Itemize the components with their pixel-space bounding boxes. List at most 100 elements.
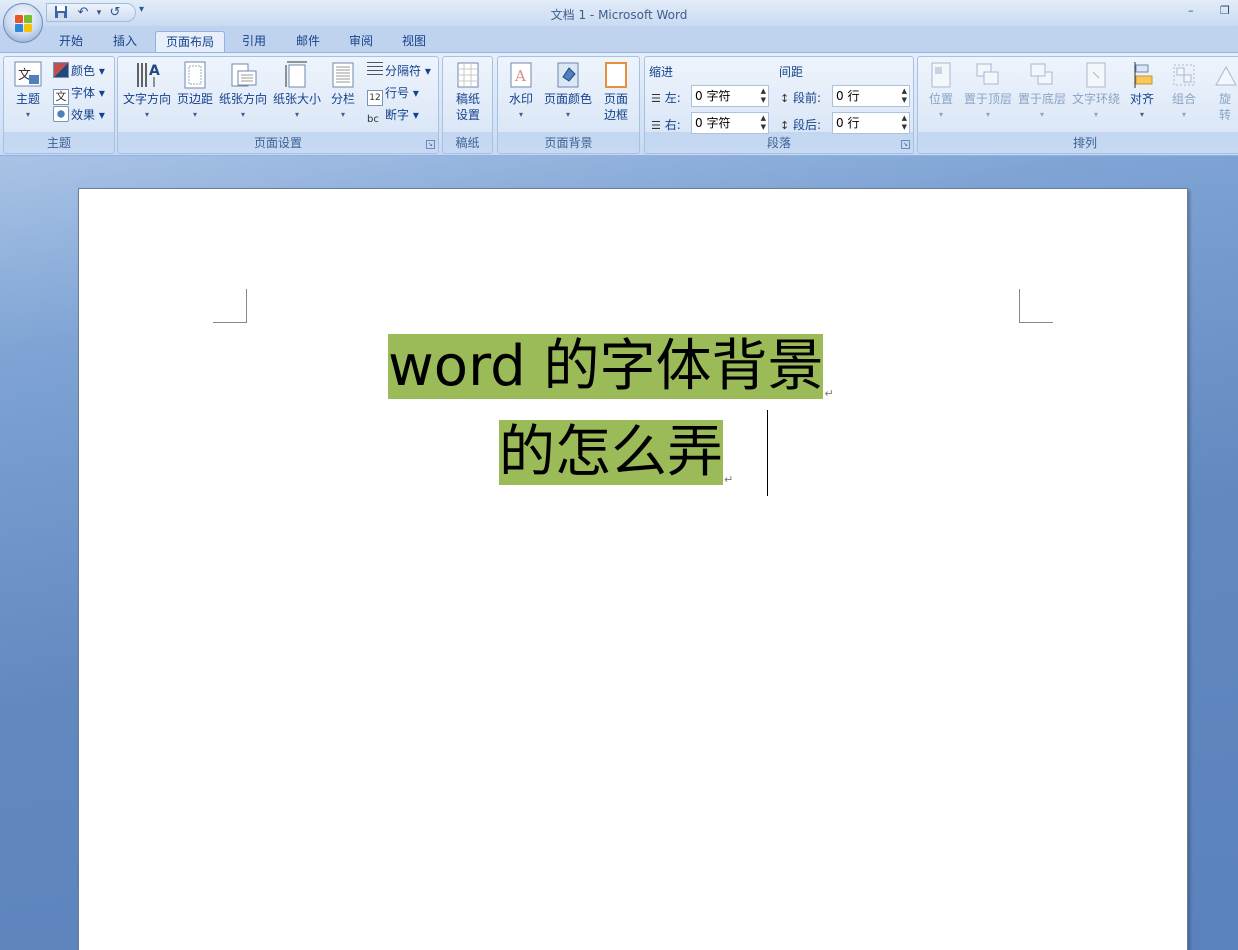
page-setup-group: A 文字方向 ▾ 页边距 ▾ 纸张方向 ▾ 纸张大小 ▾ 分栏 ▾ 分隔符 ▾ … — [117, 56, 439, 154]
spacing-before-icon: ↕ — [780, 92, 790, 105]
svg-text:A: A — [149, 63, 160, 79]
crop-mark-right — [1019, 289, 1053, 323]
breaks-button[interactable]: 分隔符 ▾ — [367, 61, 431, 81]
right-indent-spinner[interactable]: ▲ ▼ — [761, 114, 766, 132]
line-numbers-icon: 12 — [367, 90, 383, 106]
send-to-back-button[interactable]: 置于底层 ▾ — [1016, 59, 1068, 123]
customize-qat-icon[interactable]: ▾ — [139, 4, 144, 15]
paragraph-mark: ↵ — [724, 473, 734, 486]
office-button[interactable] — [3, 3, 43, 43]
bring-to-front-button[interactable]: 置于顶层 ▾ — [962, 59, 1014, 123]
themes-label: 主题 — [15, 92, 40, 106]
columns-button[interactable]: 分栏 ▾ — [325, 59, 361, 123]
page-borders-icon — [601, 59, 631, 91]
watermark-icon: A — [506, 59, 536, 91]
arrange-group: 位置 ▾ 置于顶层 ▾ 置于底层 ▾ 文字环绕 ▾ 对齐 ▾ 组合 ▾ 旋 转 … — [917, 56, 1238, 154]
orientation-button[interactable]: 纸张方向 ▾ — [217, 59, 269, 123]
spacing-header: 间距 — [779, 65, 804, 79]
spacing-after-spinner[interactable]: ▲ ▼ — [902, 114, 907, 132]
tab-review[interactable]: 审阅 — [339, 31, 383, 53]
office-logo-icon — [15, 15, 33, 33]
text-direction-button[interactable]: A 文字方向 ▾ — [121, 59, 173, 123]
tab-view[interactable]: 视图 — [392, 31, 436, 53]
spacing-before-spinner[interactable]: ▲ ▼ — [902, 87, 907, 105]
position-button[interactable]: 位置 ▾ — [922, 59, 960, 123]
ribbon-tabs: 开始 插入 页面布局 引用 邮件 审阅 视图 — [0, 26, 1238, 53]
rotate-button[interactable]: 旋 转 — [1210, 59, 1238, 123]
orientation-icon — [228, 59, 258, 91]
spacing-after-input[interactable]: 0 行 ▲ ▼ — [832, 112, 910, 134]
theme-colors-button[interactable]: 颜色 ▾ — [53, 61, 105, 81]
colors-icon — [53, 62, 69, 78]
paragraph-group-label: 段落 — [766, 136, 791, 150]
left-indent-input[interactable]: 0 字符 ▲ ▼ — [691, 85, 769, 107]
fonts-icon: 文 — [53, 89, 69, 105]
group-icon — [1169, 59, 1199, 91]
themes-group-label: 主题 — [46, 136, 71, 150]
hyphenation-button[interactable]: bc 断字 ▾ — [367, 105, 419, 125]
effects-icon — [53, 106, 69, 122]
page-color-icon — [553, 59, 583, 91]
theme-fonts-button[interactable]: 文字体 ▾ — [53, 83, 105, 105]
text-wrapping-icon — [1081, 59, 1111, 91]
manuscript-icon — [453, 59, 483, 91]
arrange-group-label: 排列 — [1072, 136, 1097, 150]
window-title: 文档 1 - Microsoft Word — [550, 8, 688, 22]
left-indent-spinner[interactable]: ▲ ▼ — [761, 87, 766, 105]
redo-icon[interactable]: ↺ — [107, 5, 123, 21]
tab-mailings[interactable]: 邮件 — [286, 31, 330, 53]
position-icon — [926, 59, 956, 91]
send-to-back-icon — [1027, 59, 1057, 91]
breaks-icon — [367, 62, 383, 78]
paragraph-group: 缩进 间距 ☰ 左: 0 字符 ▲ ▼ ☰ 右: 0 字符 ▲ ▼ ↕ 段前: 0 … — [644, 56, 914, 154]
hyphenation-icon: bc — [367, 114, 379, 125]
paragraph-mark: ↵ — [824, 387, 834, 400]
text-wrapping-button[interactable]: 文字环绕 ▾ — [1070, 59, 1122, 123]
tab-home[interactable]: 开始 — [49, 31, 93, 53]
text-direction-icon: A — [132, 59, 162, 91]
page-background-group-label: 页面背景 — [544, 136, 593, 150]
minimize-button[interactable]: – — [1188, 4, 1194, 17]
tab-page-layout[interactable]: 页面布局 — [155, 31, 226, 53]
left-indent-icon: ☰ — [651, 92, 661, 105]
margins-button[interactable]: 页边距 ▾ — [175, 59, 215, 123]
undo-dropdown-icon[interactable]: ▾ — [91, 5, 107, 21]
themes-icon: 文 — [13, 59, 43, 91]
spacing-after-label: ↕ 段后: — [780, 118, 822, 132]
tab-references[interactable]: 引用 — [232, 31, 276, 53]
manuscript-group: 稿纸 设置 稿纸 — [442, 56, 493, 154]
size-button[interactable]: 纸张大小 ▾ — [271, 59, 323, 123]
page-background-group: A 水印 ▾ 页面颜色 ▾ 页面 边框 页面背景 — [497, 56, 640, 154]
svg-text:A: A — [514, 67, 526, 85]
page-color-button[interactable]: 页面颜色 ▾ — [542, 59, 594, 123]
undo-icon[interactable]: ↶ — [75, 5, 91, 21]
highlighted-text: word 的字体背景 — [388, 334, 824, 399]
document-text-line-2[interactable]: 的怎么弄↵ — [499, 410, 733, 523]
themes-button[interactable]: 文 主题 ▾ — [10, 59, 46, 123]
text-cursor — [767, 410, 768, 496]
align-button[interactable]: 对齐 ▾ — [1124, 59, 1160, 123]
manuscript-settings-button[interactable]: 稿纸 设置 — [447, 59, 489, 123]
manuscript-group-label: 稿纸 — [455, 136, 480, 150]
document-page[interactable] — [78, 188, 1188, 950]
align-icon — [1127, 59, 1157, 91]
quick-access-toolbar: ↶ ▾ ↺ — [46, 3, 136, 22]
left-indent-label: ☰ 左: — [651, 91, 681, 105]
tab-insert[interactable]: 插入 — [103, 31, 147, 53]
right-indent-input[interactable]: 0 字符 ▲ ▼ — [691, 112, 769, 134]
save-icon[interactable] — [53, 5, 69, 21]
line-numbers-button[interactable]: 12 行号 ▾ — [367, 83, 419, 106]
spacing-after-icon: ↕ — [780, 119, 790, 132]
indent-header: 缩进 — [649, 65, 674, 79]
spacing-before-input[interactable]: 0 行 ▲ ▼ — [832, 85, 910, 107]
group-objects-button[interactable]: 组合 ▾ — [1166, 59, 1202, 123]
highlighted-text: 的怎么弄 — [499, 420, 723, 485]
watermark-button[interactable]: A 水印 ▾ — [502, 59, 540, 123]
themes-group: 文 主题 ▾ 颜色 ▾ 文字体 ▾ 效果 ▾ 主题 — [3, 56, 115, 154]
crop-mark-left — [213, 289, 247, 323]
page-setup-group-label: 页面设置 — [253, 136, 302, 150]
theme-effects-button[interactable]: 效果 ▾ — [53, 105, 105, 125]
restore-button[interactable]: ❐ — [1220, 4, 1230, 17]
paper-size-icon — [282, 59, 312, 91]
page-borders-button[interactable]: 页面 边框 — [596, 59, 636, 123]
